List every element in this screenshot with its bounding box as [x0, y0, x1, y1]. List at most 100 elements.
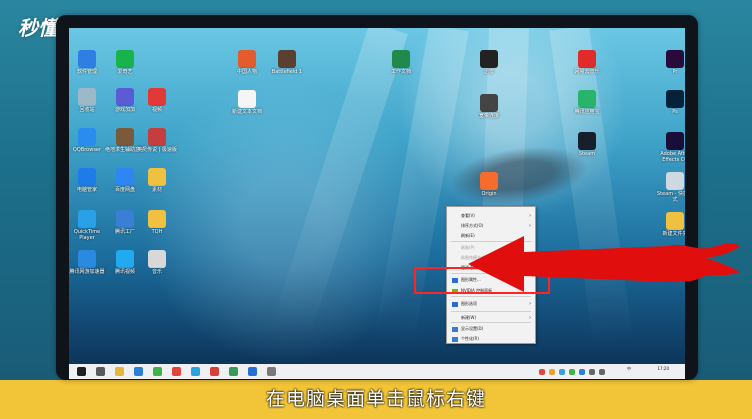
context-menu-item[interactable]: 新建(W) ›	[447, 313, 535, 323]
desktop-icon[interactable]: QuickTime Player	[69, 210, 107, 241]
desktop-icon[interactable]: 中国人物	[227, 50, 267, 75]
desktop-icon-label: QuickTime Player	[73, 229, 101, 241]
desktop-icon-label: Pr	[672, 69, 678, 75]
desktop-icon[interactable]: TQH	[137, 210, 177, 235]
submenu-arrow-icon: ›	[529, 213, 531, 219]
desktop-icon-label: 腾讯应用宝	[574, 109, 600, 115]
desktop-icon[interactable]: QQBrowser	[69, 128, 107, 153]
desktop-icon[interactable]: 软件管理	[69, 50, 107, 75]
desktop-icon-label: Adobe After Effects CC	[660, 151, 685, 163]
desktop-icon[interactable]: Pr	[655, 50, 685, 75]
desktop-icon-label: 软件管理	[76, 69, 97, 75]
quicktime-icon	[78, 210, 96, 228]
browser-icon[interactable]	[153, 367, 162, 376]
after-effects-icon	[666, 132, 684, 150]
desktop-icon[interactable]: Adobe After Effects CC	[655, 132, 685, 163]
recycle-bin-icon	[78, 88, 96, 106]
menu-item-label: 个性化(R)	[461, 336, 479, 341]
desktop-icon[interactable]: 腾讯应用宝	[567, 90, 607, 115]
arrow-icon	[468, 236, 740, 292]
desktop-icon[interactable]: Steam - 快捷方式	[655, 172, 685, 203]
desktop-icon-label: Steam	[578, 151, 596, 157]
battlefield-icon	[278, 50, 296, 68]
tencent-video-icon	[116, 250, 134, 268]
task-view-icon[interactable]	[96, 367, 105, 376]
desktop-icon-label: 电脑管家	[76, 187, 97, 193]
game-accelerator-icon	[78, 250, 96, 268]
desktop-icon[interactable]: Ps	[655, 90, 685, 115]
desktop-icon[interactable]: 回收站	[69, 88, 107, 113]
desktop-icon[interactable]: Steam	[567, 132, 607, 157]
menu-item-label: 显示设置(D)	[461, 326, 484, 331]
desktop-icon[interactable]: 英灵传说 | 极速版	[137, 128, 177, 153]
file-explorer-icon[interactable]	[115, 367, 124, 376]
desktop-icon-label: Origin	[481, 191, 497, 197]
desktop-icon-label: 工作文档	[390, 69, 411, 75]
desktop-icon-label: 网易云音乐	[574, 69, 600, 75]
folder-icon	[666, 212, 684, 230]
tencent-factory-icon	[116, 210, 134, 228]
video-app-icon[interactable]	[172, 367, 181, 376]
desktop-icon[interactable]: Origin	[469, 172, 509, 197]
desktop-icon-label: 宽带连接	[478, 113, 499, 119]
tencent-app-icon	[578, 90, 596, 108]
menu-item-label: 查看(V)	[461, 213, 475, 218]
game-plus-icon	[116, 88, 134, 106]
tray-icon[interactable]	[569, 369, 575, 375]
menu-item-label: 排序方式(O)	[461, 223, 484, 228]
video-icon	[148, 88, 166, 106]
china-icon	[238, 50, 256, 68]
game-app-icon[interactable]	[210, 367, 219, 376]
media-icon[interactable]	[229, 367, 238, 376]
tray-icon[interactable]	[559, 369, 565, 375]
desktop-icon[interactable]: 爱奇艺	[105, 50, 145, 75]
photoshop-icon	[666, 90, 684, 108]
context-menu-item[interactable]: 查看(V) ›	[447, 211, 535, 221]
desktop-icon[interactable]: 宽带连接	[469, 94, 509, 119]
store-icon[interactable]	[267, 367, 276, 376]
baidu-netdisk-icon	[116, 168, 134, 186]
excel-icon	[392, 50, 410, 68]
desktop-icon[interactable]: 音乐	[137, 250, 177, 275]
context-menu-item[interactable]: 个性化(R)	[447, 334, 535, 344]
steam-shortcut-icon	[666, 172, 684, 190]
tray-icon[interactable]	[579, 369, 585, 375]
context-menu-item[interactable]: 排序方式(O) ›	[447, 221, 535, 231]
desktop-icon[interactable]: 新建文本文档	[227, 90, 267, 115]
tray-icon[interactable]	[599, 369, 605, 375]
instruction-caption: 在电脑桌面单击鼠标右键	[265, 388, 486, 410]
desktop-icon[interactable]: 腾讯网游加速器	[69, 250, 107, 275]
steam-icon	[578, 132, 596, 150]
menu-item-icon	[452, 337, 458, 342]
desktop-icon-label: 素材	[151, 187, 162, 193]
desktop-icon-label: 新建文本文档	[231, 109, 262, 115]
desktop-icon[interactable]: 迅雷	[469, 50, 509, 75]
desktop-icon[interactable]: Battlefield 1	[267, 50, 307, 75]
premiere-icon	[666, 50, 684, 68]
desktop-icon[interactable]: 网易云音乐	[567, 50, 607, 75]
desktop-icon[interactable]: 视频	[137, 88, 177, 113]
tray-icon[interactable]	[589, 369, 595, 375]
desktop-screen[interactable]: 软件管理 爱奇艺 回收站 游戏加加 视频 QQBrowser 绝地求生辅助盒子 英灵传说 | …	[69, 28, 685, 379]
desktop-icon-label: 爱奇艺	[117, 69, 133, 75]
tray-icon[interactable]	[549, 369, 555, 375]
photos-icon[interactable]	[191, 367, 200, 376]
desktop-icon-label: 音乐	[151, 269, 162, 275]
tray-clock[interactable]: 17:20	[657, 366, 669, 371]
tray-icon[interactable]	[539, 369, 545, 375]
windows-start-icon[interactable]	[77, 367, 86, 376]
desktop-icon-label: 腾讯网游加速器	[69, 269, 105, 275]
tray-language[interactable]: 中	[627, 366, 631, 372]
document-app-icon[interactable]	[248, 367, 257, 376]
submenu-arrow-icon: ›	[529, 301, 531, 307]
desktop-icon[interactable]: 工作文档	[381, 50, 421, 75]
menu-item-icon	[452, 302, 458, 307]
menu-item-label: 图形选项	[461, 301, 477, 306]
context-menu-item[interactable]: 图形选项 ›	[447, 299, 535, 309]
context-menu-item[interactable]: 显示设置(D)	[447, 324, 535, 334]
edge-icon[interactable]	[134, 367, 143, 376]
submenu-arrow-icon: ›	[529, 315, 531, 321]
desktop-icon-label: 迅雷	[483, 69, 494, 75]
desktop-icon[interactable]: 电脑管家	[69, 168, 107, 193]
desktop-icon[interactable]: 素材	[137, 168, 177, 193]
